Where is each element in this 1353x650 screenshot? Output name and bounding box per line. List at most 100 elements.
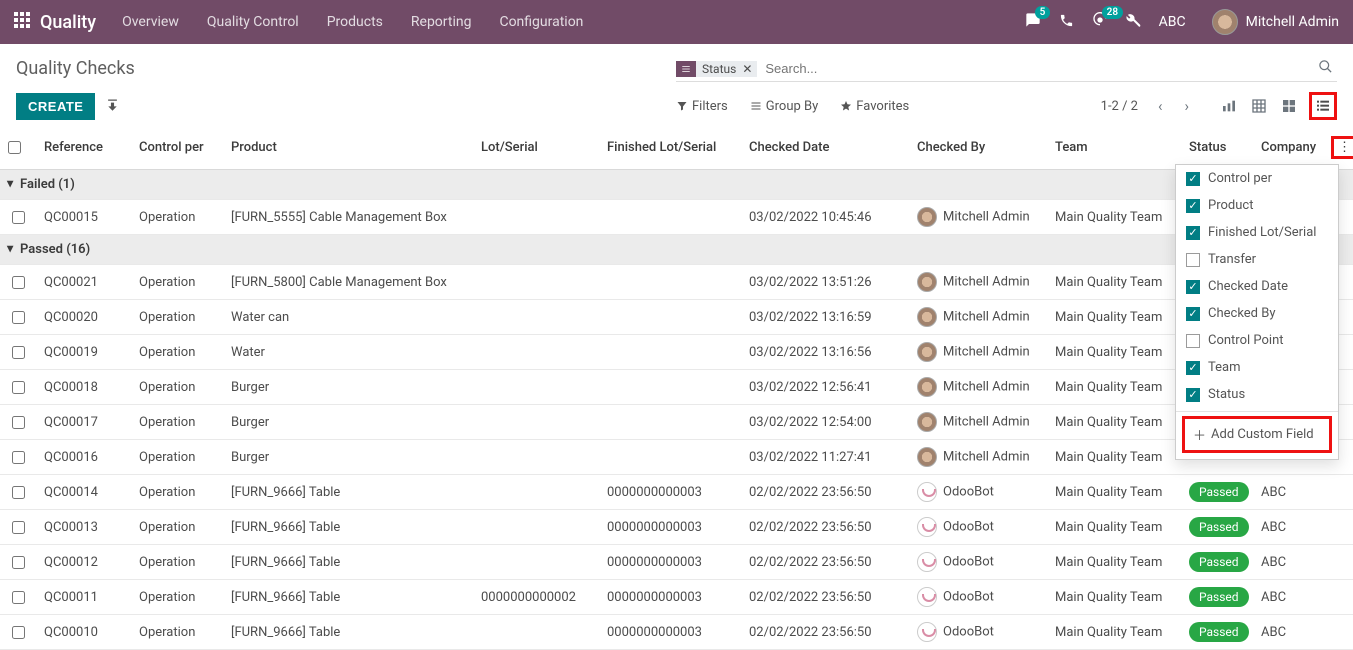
cell-checked-date: 02/02/2022 23:56:50 (741, 545, 909, 580)
row-checkbox[interactable] (12, 211, 25, 224)
cell-lot (473, 475, 599, 510)
list-view-table: Reference Control per Product Lot/Serial… (0, 126, 1353, 650)
nav-link-products[interactable]: Products (327, 14, 383, 30)
col-checked-by[interactable]: Checked By (909, 126, 1047, 170)
avatar-icon (917, 482, 937, 502)
create-button[interactable]: CREATE (16, 93, 95, 120)
dropdown-item-status[interactable]: ✓Status (1176, 381, 1338, 408)
optional-columns-highlight: ⋮ (1331, 136, 1353, 159)
dropdown-item-finished-lot-serial[interactable]: ✓Finished Lot/Serial (1176, 219, 1338, 246)
dropdown-item-control-per[interactable]: ✓Control per (1176, 165, 1338, 192)
checkbox-icon (1186, 334, 1200, 348)
table-row[interactable]: QC00019OperationWater03/02/2022 13:16:56… (0, 335, 1353, 370)
filters-menu[interactable]: Filters (676, 99, 728, 114)
dropdown-item-team[interactable]: ✓Team (1176, 354, 1338, 381)
dropdown-item-product[interactable]: ✓Product (1176, 192, 1338, 219)
cell-finished-lot (599, 335, 741, 370)
phone-icon[interactable] (1059, 13, 1074, 32)
table-row[interactable]: QC00016OperationBurger03/02/2022 11:27:4… (0, 440, 1353, 475)
nav-link-overview[interactable]: Overview (122, 14, 179, 30)
row-checkbox[interactable] (12, 276, 25, 289)
facet-remove-icon[interactable]: ✕ (742, 62, 757, 76)
row-checkbox[interactable] (12, 451, 25, 464)
pager[interactable]: 1-2 / 2 (1101, 99, 1138, 114)
dropdown-item-checked-by[interactable]: ✓Checked By (1176, 300, 1338, 327)
pager-prev-icon[interactable]: ‹ (1152, 97, 1169, 115)
col-lot[interactable]: Lot/Serial (473, 126, 599, 170)
view-kanban-icon[interactable] (1279, 96, 1299, 116)
row-checkbox[interactable] (12, 311, 25, 324)
col-status[interactable]: Status (1181, 126, 1253, 170)
table-row[interactable]: QC00012Operation[FURN_9666] Table0000000… (0, 545, 1353, 580)
col-team[interactable]: Team (1047, 126, 1181, 170)
group-row[interactable]: Passed (16) (0, 235, 1353, 265)
row-checkbox[interactable] (12, 416, 25, 429)
optional-columns-icon[interactable]: ⋮ (1335, 140, 1353, 155)
dropdown-item-label: Product (1208, 198, 1253, 213)
nav-links: Overview Quality Control Products Reporting… (122, 14, 583, 30)
cell-checked-by: Mitchell Admin (909, 200, 1047, 235)
nav-link-configuration[interactable]: Configuration (499, 14, 583, 30)
cell-reference: QC00014 (36, 475, 131, 510)
table-row[interactable]: QC00010Operation[FURN_9666] Table0000000… (0, 615, 1353, 650)
row-checkbox[interactable] (12, 521, 25, 534)
messaging-icon[interactable]: 5 (1025, 12, 1041, 32)
nav-link-reporting[interactable]: Reporting (411, 14, 472, 30)
col-finished-lot[interactable]: Finished Lot/Serial (599, 126, 741, 170)
dropdown-item-label: Finished Lot/Serial (1208, 225, 1316, 240)
activities-icon[interactable]: 28 (1092, 12, 1108, 32)
cell-lot (473, 440, 599, 475)
col-product[interactable]: Product (223, 126, 473, 170)
nav-link-quality-control[interactable]: Quality Control (207, 14, 299, 30)
row-checkbox[interactable] (12, 346, 25, 359)
debug-icon[interactable] (1126, 13, 1141, 32)
cell-checked-date: 03/02/2022 12:54:00 (741, 405, 909, 440)
cell-reference: QC00011 (36, 580, 131, 615)
company-selector[interactable]: ABC (1159, 14, 1186, 30)
col-company[interactable]: Company (1253, 126, 1323, 170)
table-row[interactable]: QC00015Operation[FURN_5555] Cable Manage… (0, 200, 1353, 235)
cell-company: ABC (1253, 615, 1323, 650)
select-all-checkbox[interactable] (8, 141, 21, 154)
dropdown-item-transfer[interactable]: Transfer (1176, 246, 1338, 273)
cell-control-per: Operation (131, 580, 223, 615)
table-row[interactable]: QC00013Operation[FURN_9666] Table0000000… (0, 510, 1353, 545)
col-control-per[interactable]: Control per (131, 126, 223, 170)
group-row[interactable]: Failed (1) (0, 170, 1353, 200)
favorites-menu[interactable]: Favorites (840, 99, 909, 114)
cell-checked-by: Mitchell Admin (909, 335, 1047, 370)
app-brand[interactable]: Quality (40, 12, 96, 33)
row-checkbox[interactable] (12, 486, 25, 499)
row-checkbox[interactable] (12, 556, 25, 569)
dropdown-item-checked-date[interactable]: ✓Checked Date (1176, 273, 1338, 300)
table-row[interactable]: QC00017OperationBurger03/02/2022 12:54:0… (0, 405, 1353, 440)
cell-product: [FURN_9666] Table (223, 510, 473, 545)
groupby-facet-icon (676, 61, 696, 77)
search-icon[interactable] (1314, 59, 1337, 78)
dropdown-item-label: Checked Date (1208, 279, 1288, 294)
view-list-icon[interactable] (1313, 96, 1333, 116)
table-row[interactable]: QC00011Operation[FURN_9666] Table0000000… (0, 580, 1353, 615)
table-row[interactable]: QC00021Operation[FURN_5800] Cable Manage… (0, 265, 1353, 300)
apps-icon[interactable] (14, 12, 30, 32)
table-row[interactable]: QC00020OperationWater can03/02/2022 13:1… (0, 300, 1353, 335)
view-pivot-icon[interactable] (1249, 96, 1269, 116)
col-checked-date[interactable]: Checked Date (741, 126, 909, 170)
download-icon[interactable] (105, 97, 120, 116)
checkbox-icon (1186, 253, 1200, 267)
table-row[interactable]: QC00014Operation[FURN_9666] Table0000000… (0, 475, 1353, 510)
view-graph-icon[interactable] (1219, 96, 1239, 116)
groupby-menu[interactable]: Group By (750, 99, 819, 114)
table-row[interactable]: QC00018OperationBurger03/02/2022 12:56:4… (0, 370, 1353, 405)
user-menu[interactable]: Mitchell Admin (1212, 9, 1339, 35)
checkbox-icon: ✓ (1186, 307, 1200, 321)
row-checkbox[interactable] (12, 626, 25, 639)
row-checkbox[interactable] (12, 381, 25, 394)
avatar-icon (917, 587, 937, 607)
search-input[interactable] (757, 58, 1314, 79)
dropdown-item-control-point[interactable]: Control Point (1176, 327, 1338, 354)
pager-next-icon[interactable]: › (1178, 97, 1195, 115)
search-facet-status: Status ✕ (676, 61, 757, 77)
col-reference[interactable]: Reference (36, 126, 131, 170)
add-custom-field-item[interactable]: ＋ Add Custom Field (1182, 416, 1332, 453)
